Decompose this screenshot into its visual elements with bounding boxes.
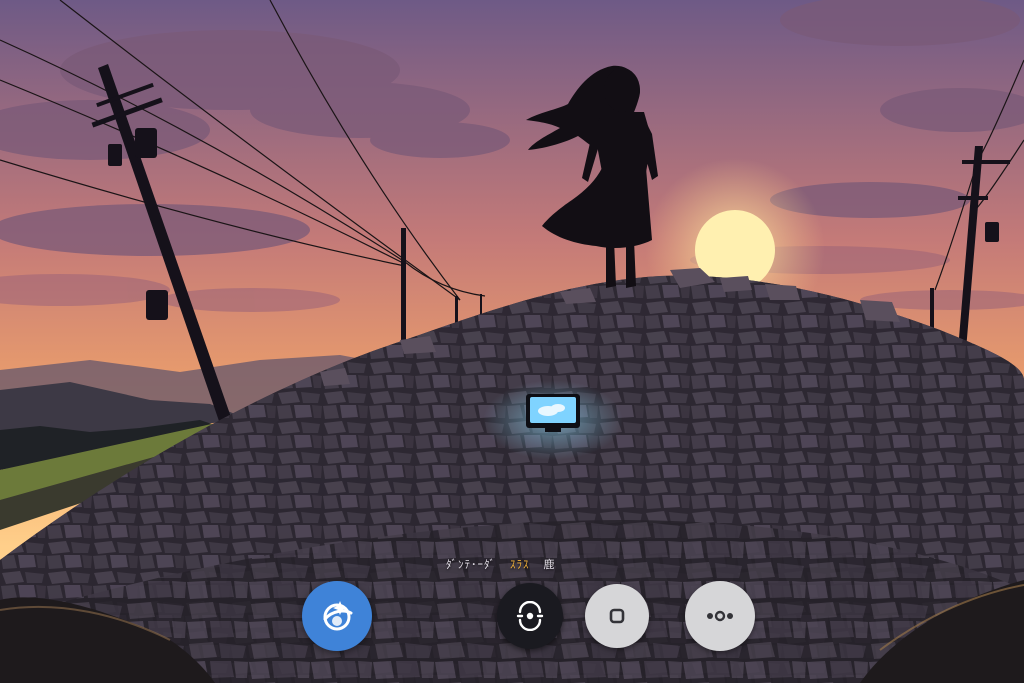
sunset-scene-illustration bbox=[0, 0, 1024, 683]
shutter-button[interactable] bbox=[585, 584, 649, 648]
screen: ﾀﾞﾝﾃ･ｰﾀﾞ ｽﾗｽ 鹿 bbox=[0, 0, 1024, 683]
shutter-square-icon bbox=[609, 608, 625, 624]
caption-part-2: ｽﾗｽ bbox=[510, 558, 530, 571]
more-dots-icon bbox=[707, 610, 733, 622]
assistant-button[interactable] bbox=[302, 581, 372, 651]
caption-part-3: 鹿 bbox=[543, 558, 556, 571]
overlay-caption: ﾀﾞﾝﾃ･ｰﾀﾞ ｽﾗｽ 鹿 bbox=[446, 556, 556, 572]
more-options-button[interactable] bbox=[685, 581, 755, 651]
caption-part-1: ﾀﾞﾝﾃ･ｰﾀﾞ bbox=[446, 558, 496, 571]
lens-button[interactable] bbox=[497, 583, 563, 649]
lens-scan-icon bbox=[516, 601, 544, 631]
assistant-sparkle-icon bbox=[323, 601, 353, 631]
